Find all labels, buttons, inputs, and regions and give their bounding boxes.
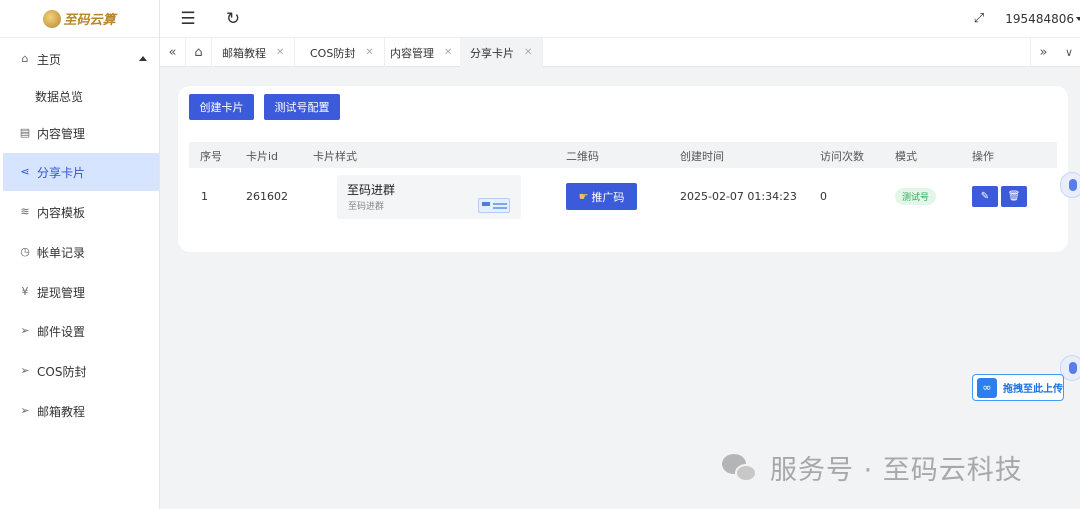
share-icon: ⋖ (20, 165, 30, 178)
cell-index: 1 (201, 190, 208, 203)
send-icon: ➢ (20, 324, 30, 337)
document-icon: ▤ (19, 126, 31, 139)
sidebar-item-label: 邮箱教程 (37, 404, 86, 419)
sidebar-item-label: 主页 (37, 52, 62, 67)
tab-label: COS防封 (310, 46, 356, 60)
promo-code-button[interactable]: ☛ 推广码 (566, 183, 637, 210)
fullscreen-icon[interactable]: ⤢ (970, 10, 988, 28)
tab-mail-tutorial[interactable]: 邮箱教程 ✕ (212, 38, 296, 67)
trash-icon: 🗑 (1007, 191, 1021, 202)
pointing-hand-icon: ☛ (578, 190, 589, 203)
sidebar-item-billing-records[interactable]: ◷ 帐单记录 (3, 233, 159, 271)
tabs-scroll-right-icon[interactable]: » (1030, 38, 1056, 67)
caret-up-icon (139, 56, 147, 61)
sidebar-item-label: COS防封 (37, 364, 87, 379)
close-icon[interactable]: ✕ (365, 47, 373, 58)
tabs-bar: « ⌂ 邮箱教程 ✕ COS防封 ✕ 内容管理 ✕ 分享卡片 ✕ » ∨ (160, 38, 1080, 67)
tabs-scroll-left-icon[interactable]: « (160, 38, 186, 67)
collapse-menu-icon[interactable]: ☰ (179, 10, 197, 28)
col-header-card-style: 卡片样式 (313, 150, 357, 163)
home-tab-icon[interactable]: ⌂ (186, 38, 212, 67)
close-icon[interactable]: ✕ (444, 47, 452, 58)
sidebar-item-content-management[interactable]: ▤ 内容管理 (3, 114, 159, 152)
logo: 至码云算 (0, 0, 159, 38)
sidebar-item-label: 邮件设置 (37, 324, 86, 339)
floating-drop-widget[interactable] (1060, 172, 1080, 198)
top-header: ☰ ↻ ⤢ 195484806 (160, 0, 1080, 38)
create-card-button[interactable]: 创建卡片 (189, 94, 254, 120)
logo-badge: 至码云算 (43, 9, 116, 28)
sidebar-item-label: 分享卡片 (37, 165, 86, 180)
logo-text: 至码云算 (63, 13, 116, 28)
col-header-actions: 操作 (972, 150, 994, 163)
test-account-config-button[interactable]: 测试号配置 (264, 94, 340, 120)
tab-content-management[interactable]: 内容管理 ✕ (380, 38, 464, 67)
send-icon: ➢ (20, 364, 30, 377)
tabs-menu-chevron-icon[interactable]: ∨ (1056, 38, 1080, 67)
tab-share-card[interactable]: 分享卡片 ✕ (460, 38, 544, 67)
tab-cos-protection[interactable]: COS防封 ✕ (300, 38, 385, 67)
chevron-down-icon[interactable] (1076, 17, 1080, 21)
sidebar-item-share-card[interactable]: ⋖ 分享卡片 (3, 153, 159, 191)
sidebar: 至码云算 ⌂ 主页 数据总览 ▤ 内容管理 ⋖ 分享卡片 ≋ 内容模板 ◷ 帐单… (0, 0, 160, 509)
drop-bubble-icon (1060, 172, 1080, 198)
card-style-title: 至码进群 (347, 183, 396, 197)
wechat-icon (722, 452, 760, 484)
col-header-visits: 访问次数 (820, 150, 864, 163)
delete-button[interactable]: 🗑 (1001, 186, 1027, 207)
watermark: 服务号 · 至码云科技 (722, 448, 1023, 487)
sidebar-item-cos-protection[interactable]: ➢ COS防封 (3, 352, 159, 390)
upload-label: 拖拽至此上传 (1003, 384, 1063, 395)
yen-icon: ¥ (21, 285, 29, 298)
col-header-card-id: 卡片id (246, 150, 279, 163)
tab-label: 内容管理 (390, 46, 434, 60)
cell-visits: 0 (820, 190, 827, 203)
refresh-icon[interactable]: ↻ (224, 10, 242, 28)
sidebar-item-mail-settings[interactable]: ➢ 邮件设置 (3, 312, 159, 350)
layers-icon: ≋ (20, 205, 30, 218)
sidebar-item-mail-tutorial[interactable]: ➢ 邮箱教程 (3, 392, 159, 430)
sidebar-item-withdrawal[interactable]: ¥ 提现管理 (3, 273, 159, 311)
card-thumbnail-icon (478, 198, 510, 213)
home-icon: ⌂ (21, 52, 29, 65)
sidebar-item-label: 数据总览 (35, 89, 84, 104)
tab-label: 分享卡片 (470, 46, 514, 60)
close-icon[interactable]: ✕ (524, 47, 532, 58)
col-header-index: 序号 (200, 150, 222, 163)
user-id[interactable]: 195484806 (1005, 12, 1074, 26)
sidebar-item-label: 帐单记录 (37, 245, 86, 260)
sidebar-item-content-template[interactable]: ≋ 内容模板 (3, 193, 159, 231)
drag-upload-chip[interactable]: ∞ 拖拽至此上传 (972, 374, 1064, 401)
watermark-text: 服务号 · 至码云科技 (770, 455, 1023, 486)
col-header-created-at: 创建时间 (680, 150, 724, 163)
cell-created-at: 2025-02-07 01:34:23 (680, 190, 797, 203)
edit-button[interactable]: ✎ (972, 186, 998, 207)
logo-mark-icon (43, 9, 62, 28)
send-icon: ➢ (20, 404, 30, 417)
col-header-mode: 模式 (895, 150, 917, 163)
card-style-subtitle: 至码进群 (348, 202, 385, 212)
pencil-icon: ✎ (980, 191, 990, 202)
sidebar-item-data-overview[interactable]: 数据总览 (3, 77, 159, 115)
sidebar-item-label: 提现管理 (37, 285, 86, 300)
mode-badge: 测试号 (895, 188, 936, 205)
sidebar-item-label: 内容模板 (37, 205, 86, 220)
cell-card-id: 261602 (246, 190, 288, 203)
promo-code-label: 推广码 (591, 190, 625, 204)
cloud-upload-icon: ∞ (977, 377, 997, 398)
close-icon[interactable]: ✕ (276, 47, 284, 58)
tab-label: 邮箱教程 (222, 46, 266, 60)
sidebar-item-label: 内容管理 (37, 126, 86, 141)
clock-icon: ◷ (20, 245, 30, 258)
sidebar-item-home[interactable]: ⌂ 主页 (3, 40, 159, 78)
col-header-qr-code: 二维码 (566, 150, 599, 163)
